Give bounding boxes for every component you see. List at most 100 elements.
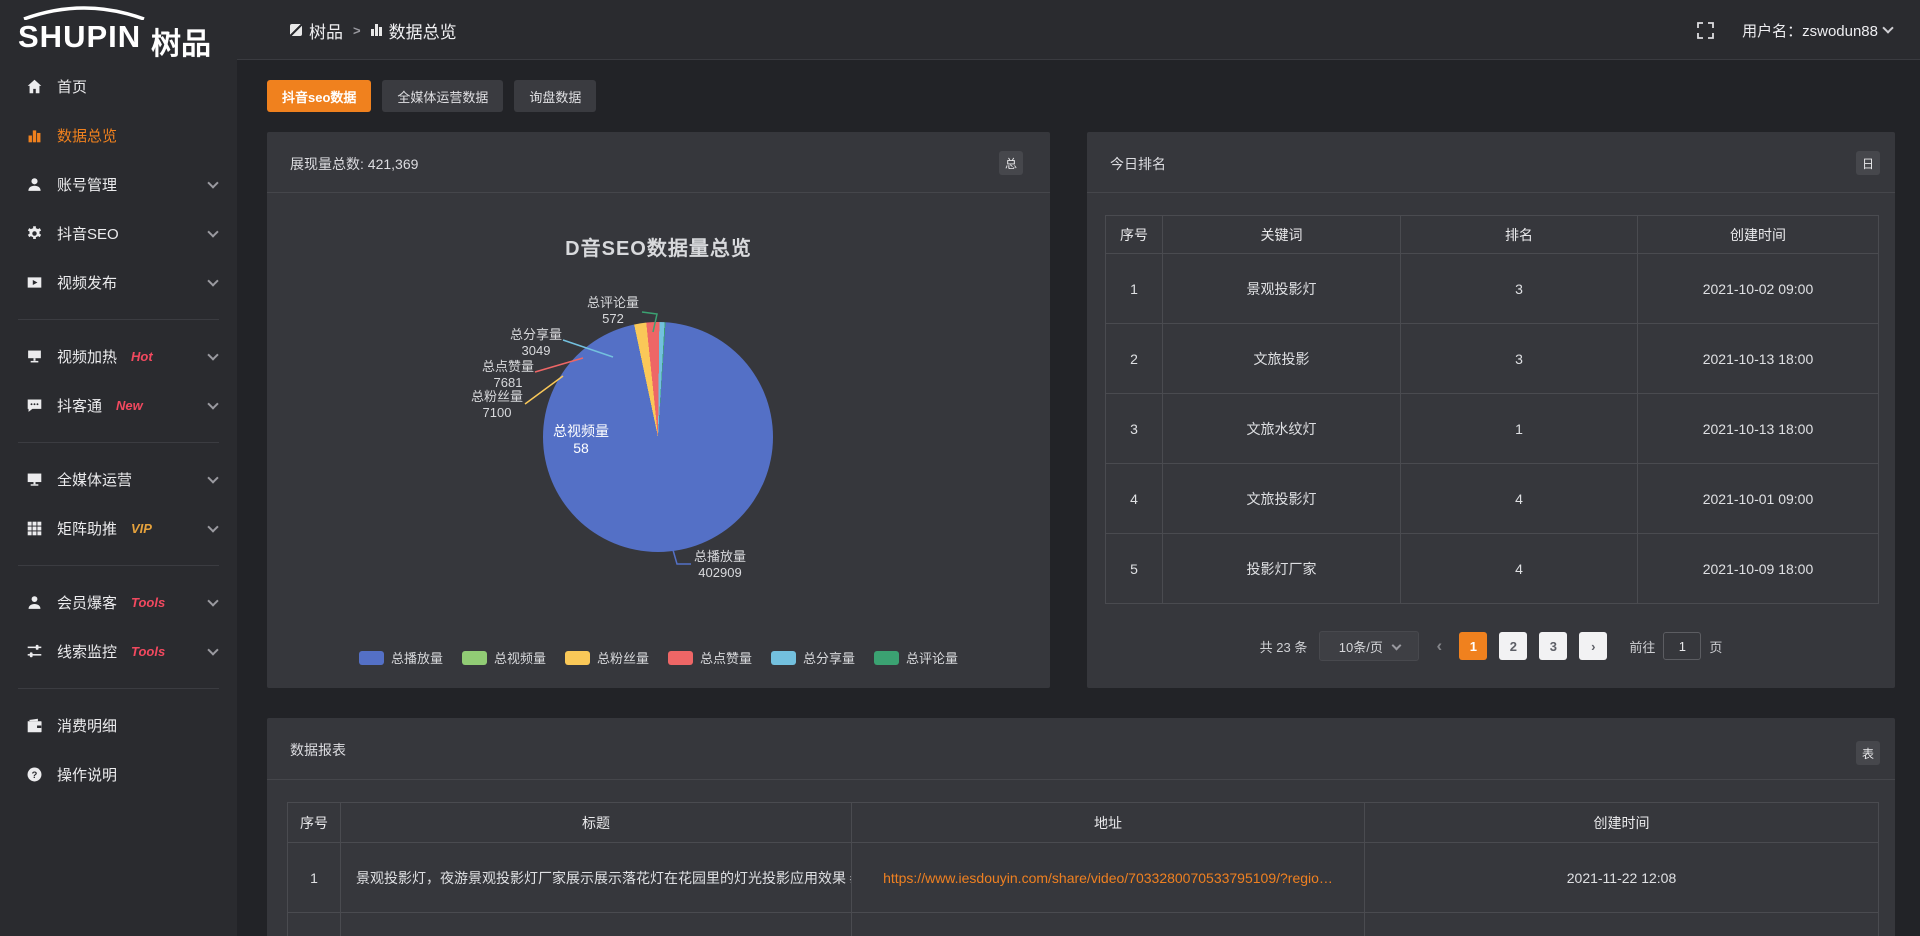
- legend-swatch: [565, 651, 590, 665]
- breadcrumb: 树品 > 数据总览: [290, 0, 457, 60]
- sidebar-item-label: 抖音SEO: [57, 223, 119, 244]
- username: 用户名：zswodun88: [1742, 20, 1878, 41]
- video-link[interactable]: https://www.iesdouyin.com/share/video/70…: [883, 870, 1333, 886]
- app-logo[interactable]: SHUPIN 树品: [18, 6, 233, 56]
- legend-item-comments[interactable]: 总评论量: [874, 648, 958, 667]
- user-menu[interactable]: 用户名：zswodun88: [1742, 20, 1892, 41]
- col-rank: 排名: [1401, 216, 1638, 254]
- monitor-icon: [25, 471, 43, 489]
- video-url-cell: https://www.iesdouyin.com/share/video/70…: [852, 843, 1365, 913]
- logo-text-cn: 树品: [151, 19, 211, 63]
- page-button-1[interactable]: 1: [1459, 632, 1487, 660]
- table-view-button[interactable]: 表: [1856, 741, 1880, 765]
- sidebar-item-label: 视频发布: [57, 272, 117, 293]
- table-row: [288, 913, 1879, 936]
- goto-page-input[interactable]: [1663, 632, 1701, 660]
- menu-divider: [18, 442, 219, 443]
- menu-divider: [18, 565, 219, 566]
- gear-icon: [25, 225, 43, 243]
- sidebar-item-label: 操作说明: [57, 764, 117, 785]
- next-page-button[interactable]: ›: [1579, 632, 1607, 660]
- sidebar-item-label: 首页: [57, 76, 87, 97]
- ranking-panel-title: 今日排名: [1110, 154, 1166, 174]
- goto-label: 前往: [1629, 637, 1655, 656]
- legend-swatch: [462, 651, 487, 665]
- sliders-icon: [25, 643, 43, 661]
- sidebar-item-label: 视频加热: [57, 346, 117, 367]
- col-keyword: 关键词: [1163, 216, 1401, 254]
- data-report-panel: 数据报表 表 序号 标题 地址 创建时间 1 景观投影灯，夜游景观投影灯: [267, 718, 1895, 936]
- tab-omnimedia[interactable]: 全媒体运营数据: [382, 80, 503, 112]
- pie-label-videos: 总视频量58: [536, 423, 626, 457]
- tools-badge: Tools: [131, 644, 165, 659]
- tab-douyin-seo[interactable]: 抖音seo数据: [267, 80, 371, 112]
- table-row: 1 景观投影灯 3 2021-10-02 09:00: [1106, 254, 1879, 324]
- sidebar-item-video-publish[interactable]: 视频发布: [0, 258, 237, 307]
- legend-swatch: [359, 651, 384, 665]
- total-impressions: 展现量总数: 421,369: [290, 154, 418, 174]
- sidebar-item-home[interactable]: 首页: [0, 62, 237, 111]
- chart-panel-header: 展现量总数: 421,369 总: [267, 132, 1050, 193]
- user-icon: [25, 176, 43, 194]
- sidebar-item-consumption[interactable]: 消费明细: [0, 701, 237, 750]
- breadcrumb-current[interactable]: 数据总览: [371, 18, 457, 43]
- legend-item-likes[interactable]: 总点赞量: [668, 648, 752, 667]
- chevron-down-icon: [207, 521, 218, 532]
- member-icon: [25, 594, 43, 612]
- chevron-down-icon: [207, 644, 218, 655]
- legend-item-fans[interactable]: 总粉丝量: [565, 648, 649, 667]
- sidebar-item-label: 线索监控: [57, 641, 117, 662]
- sidebar-item-member-blast[interactable]: 会员爆客 Tools: [0, 578, 237, 627]
- sidebar-item-omnimedia[interactable]: 全媒体运营: [0, 455, 237, 504]
- wallet-icon: [25, 717, 43, 735]
- sidebar: SHUPIN 树品 首页 数据总览 账号管理: [0, 0, 237, 936]
- sidebar-item-instructions[interactable]: ? 操作说明: [0, 750, 237, 799]
- sidebar-item-lead-monitor[interactable]: 线索监控 Tools: [0, 627, 237, 676]
- report-table: 序号 标题 地址 创建时间 1 景观投影灯，夜游景观投影灯厂家展示展示落花灯在花…: [287, 802, 1879, 936]
- sidebar-item-douyin-seo[interactable]: 抖音SEO: [0, 209, 237, 258]
- sidebar-item-label: 全媒体运营: [57, 469, 132, 490]
- prev-page-button[interactable]: ‹: [1431, 636, 1447, 656]
- menu-divider: [18, 688, 219, 689]
- sidebar-item-video-heat[interactable]: 视频加热 Hot: [0, 332, 237, 381]
- legend-item-shares[interactable]: 总分享量: [771, 648, 855, 667]
- breadcrumb-home[interactable]: 树品: [290, 18, 343, 43]
- pagination-total: 共 23 条: [1260, 637, 1308, 656]
- daily-view-button[interactable]: 日: [1856, 151, 1880, 175]
- col-title: 标题: [341, 803, 852, 843]
- table-header-row: 序号 关键词 排名 创建时间: [1106, 216, 1879, 254]
- tools-badge: Tools: [131, 595, 165, 610]
- total-view-button[interactable]: 总: [999, 151, 1023, 175]
- sidebar-item-label: 数据总览: [57, 125, 117, 146]
- chevron-down-icon: [207, 472, 218, 483]
- tab-inquiry[interactable]: 询盘数据: [514, 80, 596, 112]
- goto-page: 前往 页: [1629, 632, 1722, 660]
- sidebar-item-label: 消费明细: [57, 715, 117, 736]
- sidebar-item-matrix-boost[interactable]: 矩阵助推 VIP: [0, 504, 237, 553]
- chevron-down-icon: [207, 275, 218, 286]
- logo-text-en: SHUPIN: [18, 19, 141, 55]
- legend-item-plays[interactable]: 总播放量: [359, 648, 443, 667]
- matrix-icon: [25, 520, 43, 538]
- chat-icon: [25, 397, 43, 415]
- chevron-down-icon: [1391, 640, 1401, 650]
- page-size-select[interactable]: 10条/页: [1319, 631, 1419, 661]
- sidebar-item-label: 账号管理: [57, 174, 117, 195]
- video-title-cell: 景观投影灯，夜游景观投影灯厂家展示展示落花灯在花园里的灯光投影应用效果 #: [341, 843, 852, 913]
- sidebar-item-doutong[interactable]: 抖客通 New: [0, 381, 237, 430]
- top-bar: 树品 > 数据总览 用户名：zswodun88: [0, 0, 1920, 60]
- sidebar-item-data-overview[interactable]: 数据总览: [0, 111, 237, 160]
- page-button-2[interactable]: 2: [1499, 632, 1527, 660]
- bar-chart-icon: [371, 24, 382, 36]
- legend-item-videos[interactable]: 总视频量: [462, 648, 546, 667]
- heat-icon: [25, 348, 43, 366]
- main-content: 抖音seo数据 全媒体运营数据 询盘数据 展现量总数: 421,369 总 D音…: [237, 60, 1920, 936]
- new-badge: New: [116, 398, 143, 413]
- bar-chart-icon: [25, 127, 43, 145]
- chevron-down-icon: [207, 177, 218, 188]
- goto-unit: 页: [1709, 637, 1722, 656]
- page-button-3[interactable]: 3: [1539, 632, 1567, 660]
- pie-label-plays: 总播放量402909: [675, 549, 765, 581]
- sidebar-item-account[interactable]: 账号管理: [0, 160, 237, 209]
- fullscreen-icon[interactable]: [1697, 22, 1714, 39]
